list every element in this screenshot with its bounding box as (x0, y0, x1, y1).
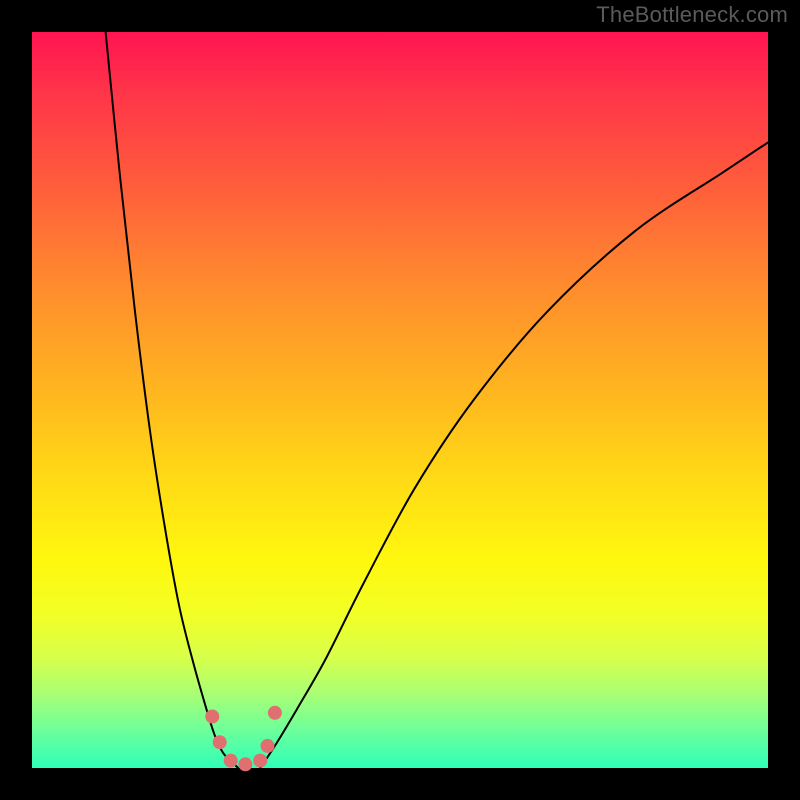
marker-dot (205, 710, 219, 724)
bottom-markers (205, 706, 282, 772)
chart-frame: TheBottleneck.com (0, 0, 800, 800)
marker-dot (238, 757, 252, 771)
marker-dot (224, 754, 238, 768)
marker-dot (213, 735, 227, 749)
plot-area (32, 32, 768, 768)
marker-dot (268, 706, 282, 720)
curve-left (106, 32, 239, 768)
curve-right (260, 142, 768, 768)
curves-svg (32, 32, 768, 768)
marker-dot (253, 754, 267, 768)
marker-dot (261, 739, 275, 753)
watermark-text: TheBottleneck.com (596, 2, 788, 28)
